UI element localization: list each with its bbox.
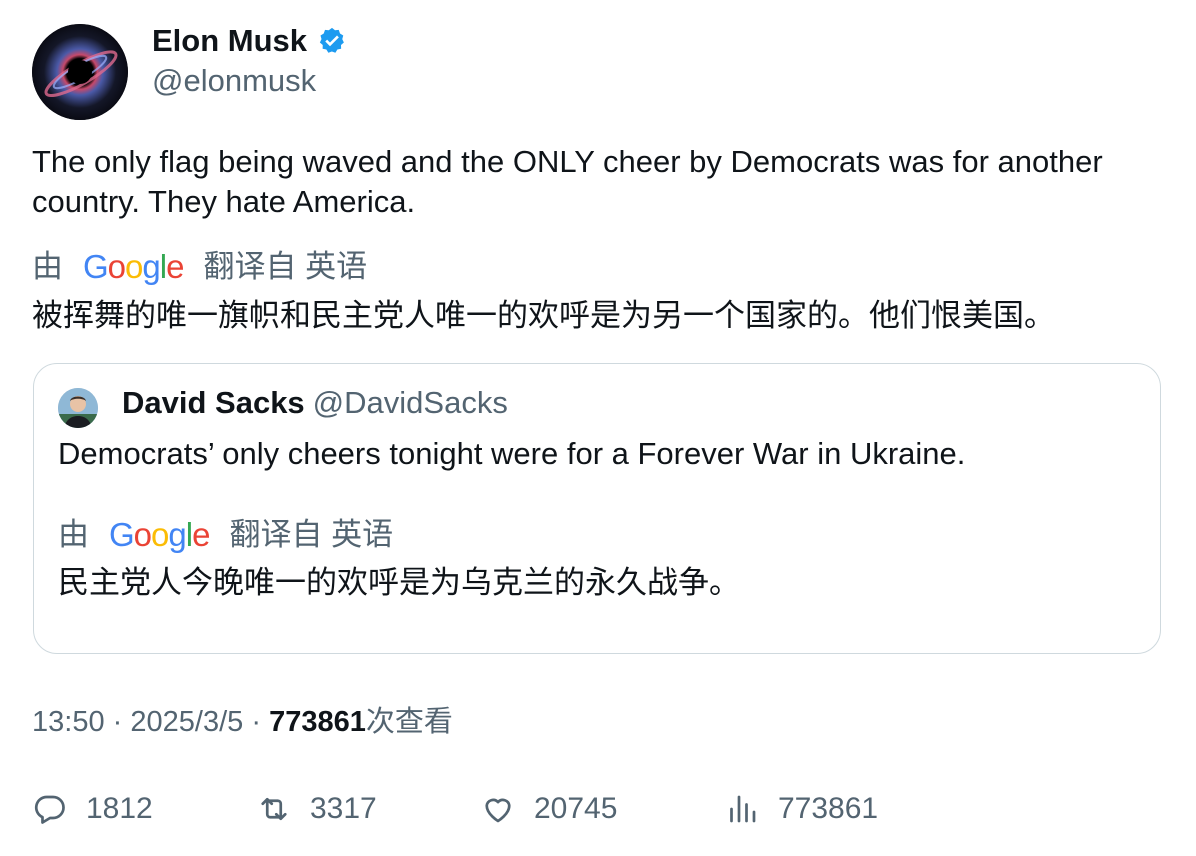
translation-prefix: 由 (32, 249, 63, 284)
tweet-date[interactable]: 2025/3/5 (130, 706, 243, 738)
meta-separator: · (112, 706, 123, 738)
person-avatar-icon (58, 388, 98, 428)
quote-author-row[interactable]: David Sacks @DavidSacks (122, 384, 508, 422)
quote-text: Democrats’ only cheers tonight were for … (58, 436, 966, 471)
reply-button[interactable]: 1812 (32, 790, 153, 828)
author-avatar[interactable] (32, 24, 128, 120)
translation-attribution: 由 Google 翻译自 英语 (32, 247, 367, 287)
tweet-meta: 13:50 · 2025/3/5 · 773861次查看 (32, 703, 453, 741)
quote-translation-prefix: 由 (58, 517, 89, 552)
view-count: 773861 (269, 706, 366, 738)
google-logo: Google (83, 248, 184, 285)
retweet-button[interactable]: 3317 (256, 790, 377, 828)
bar-chart-icon (730, 795, 756, 823)
author-name-row[interactable]: Elon Musk (152, 22, 347, 60)
author-name[interactable]: Elon Musk (152, 22, 307, 60)
meta-separator: · (251, 706, 261, 738)
views-count: 773861 (778, 792, 879, 825)
quote-author-name[interactable]: David Sacks (122, 385, 305, 420)
google-logo: Google (109, 516, 210, 553)
quote-author-avatar[interactable] (58, 388, 98, 428)
black-hole-avatar-icon (32, 24, 128, 120)
heart-icon (485, 798, 511, 823)
like-button[interactable]: 20745 (480, 790, 617, 828)
author-handle[interactable]: @elonmusk (152, 62, 316, 100)
tweet-time[interactable]: 13:50 (32, 706, 105, 738)
verified-badge-icon (319, 27, 344, 53)
quote-author-handle[interactable]: @DavidSacks (313, 385, 508, 420)
quote-translation-suffix: 翻译自 英语 (229, 517, 394, 552)
reply-count: 1812 (86, 792, 153, 825)
quote-translation-attribution: 由 Google 翻译自 英语 (58, 515, 393, 555)
views-suffix: 次查看 (365, 706, 453, 738)
reply-icon (34, 795, 65, 824)
retweet-icon (261, 797, 287, 821)
translated-text: 被挥舞的唯一旗帜和民主党人唯一的欢呼是为另一个国家的。他们恨美国。 (32, 298, 1055, 333)
views-button[interactable]: 773861 (724, 790, 878, 828)
quote-translated-text: 民主党人今晚唯一的欢呼是为乌克兰的永久战争。 (58, 565, 740, 600)
translation-suffix: 翻译自 英语 (203, 249, 368, 284)
retweet-count: 3317 (310, 792, 377, 825)
like-count: 20745 (534, 792, 618, 825)
tweet-text: The only flag being waved and the ONLY c… (32, 144, 1103, 219)
